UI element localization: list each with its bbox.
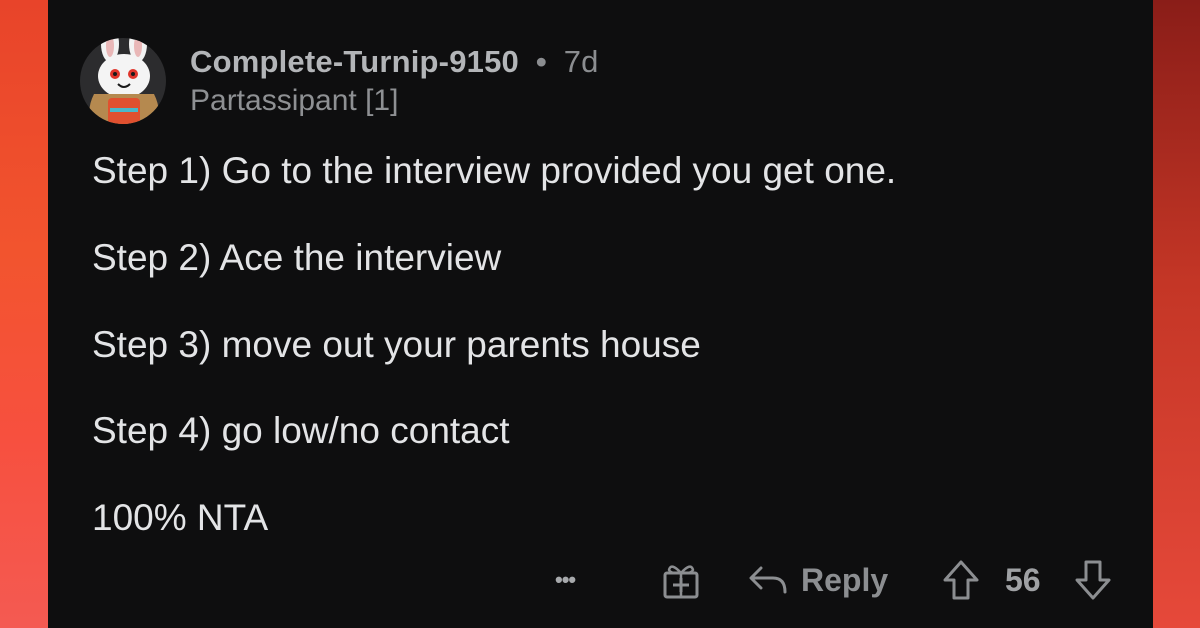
vote-count: 56 xyxy=(1005,552,1041,608)
upvote-button[interactable] xyxy=(941,552,985,608)
downvote-button[interactable] xyxy=(1073,552,1117,608)
more-icon: ••• xyxy=(555,567,576,592)
comment-line: Step 1) Go to the interview provided you… xyxy=(92,150,897,191)
vote-count-label: 56 xyxy=(1005,561,1041,598)
award-button[interactable] xyxy=(659,552,707,608)
reply-label: Reply xyxy=(801,561,889,598)
upvote-icon xyxy=(943,560,979,600)
author-line: Complete-Turnip-9150 • 7d xyxy=(190,44,599,80)
user-flair: Partassipant [1] xyxy=(190,84,399,117)
reply-icon xyxy=(749,566,787,594)
comment-line: Step 4) go low/no contact xyxy=(92,410,510,451)
downvote-icon xyxy=(1075,560,1111,600)
comment-line: 100% NTA xyxy=(92,497,269,538)
award-icon xyxy=(663,565,699,599)
author-name[interactable]: Complete-Turnip-9150 xyxy=(190,44,519,79)
reply-button[interactable]: Reply xyxy=(747,552,888,608)
bunny-avatar-icon xyxy=(89,38,159,124)
avatar[interactable] xyxy=(80,38,166,124)
meta-separator: • xyxy=(535,44,547,79)
comment-age: 7d xyxy=(563,44,599,79)
frame-edge xyxy=(1153,0,1200,628)
comment-line: Step 3) move out your parents house xyxy=(92,324,701,365)
comment-line: Step 2) Ace the interview xyxy=(92,237,502,278)
more-options-button[interactable]: ••• xyxy=(555,552,595,608)
comment-actions: ••• Reply 56 xyxy=(555,552,1125,608)
